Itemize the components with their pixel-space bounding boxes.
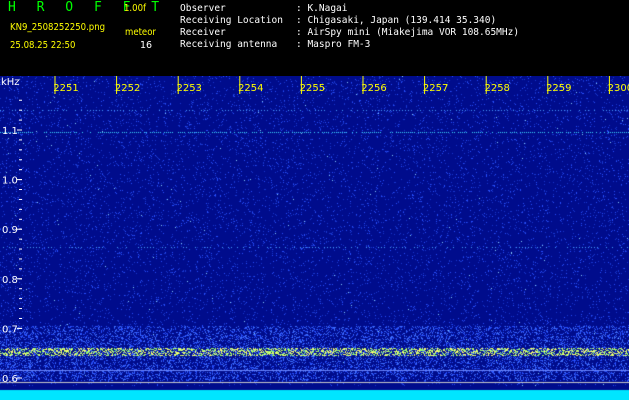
x-tick-label: 2257: [423, 83, 448, 94]
meteor-count: 16: [140, 40, 153, 51]
x-tick-label: 2259: [546, 83, 571, 94]
filename-label: KN9_2508252250.png: [10, 22, 106, 33]
y-tick-label: 1.1: [2, 126, 18, 137]
x-tick-label: 2258: [484, 83, 509, 94]
x-tick-label: 2252: [115, 83, 140, 94]
y-tick-label: 0.9: [2, 225, 18, 236]
meteor-label: meteor: [125, 27, 156, 38]
info-label-location: Receiving Location: [180, 15, 283, 26]
y-tick-label: 0.7: [2, 324, 18, 335]
info-value-observer: : K.Nagai: [296, 3, 348, 14]
info-label-receiver: Receiver: [180, 27, 226, 38]
y-tick-label: 1.0: [2, 176, 18, 187]
x-tick-label: 2251: [53, 83, 78, 94]
info-label-antenna: Receiving antenna: [180, 39, 278, 50]
y-axis-unit: kHz: [1, 77, 20, 88]
x-tick-label: 2256: [361, 83, 386, 94]
info-value-location: : Chigasaki, Japan (139.414 35.340): [296, 15, 497, 26]
x-tick-label: 2253: [176, 83, 201, 94]
y-tick-label: 0.8: [2, 275, 18, 286]
x-tick-label: 2300: [608, 83, 629, 94]
spectrogram-panel: 2251 2252 2253 2254 2255 2256 2257 2258 2259 2300…: [0, 76, 629, 400]
y-tick-label: 0.6: [2, 374, 18, 385]
info-label-observer: Observer: [180, 3, 226, 14]
version-label: 1.00f: [124, 3, 147, 14]
header-panel: H R O F F T 1.00f KN9_2508252250.png met…: [0, 0, 629, 76]
info-value-receiver: : AirSpy mini (Miakejima VOR 108.65MHz): [296, 27, 520, 38]
spectrogram-axes: 2251 2252 2253 2254 2255 2256 2257 2258 2259 2300…: [1, 76, 629, 385]
x-tick-label: 2254: [238, 83, 263, 94]
info-value-antenna: : Maspro FM-3: [296, 39, 371, 50]
x-tick-label: 2255: [300, 83, 325, 94]
datetime-label: 25.08.25 22:50: [10, 40, 76, 51]
